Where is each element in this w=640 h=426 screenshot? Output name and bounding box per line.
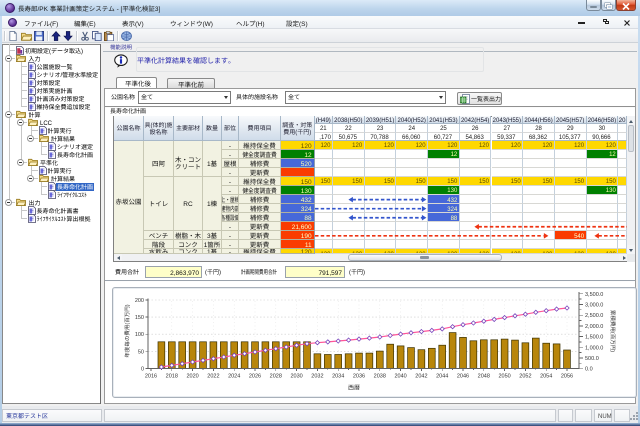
svg-text:2052: 2052 — [519, 372, 531, 380]
svg-text:2,500.0: 2,500.0 — [585, 311, 603, 319]
svg-text:2054: 2054 — [540, 372, 552, 380]
svg-text:西暦: 西暦 — [348, 383, 360, 392]
svg-text:2038: 2038 — [374, 372, 386, 380]
svg-text:2022: 2022 — [207, 372, 219, 380]
svg-text:2034: 2034 — [332, 372, 344, 380]
svg-text:500.0: 500.0 — [585, 354, 599, 362]
svg-text:2032: 2032 — [311, 372, 323, 380]
svg-text:年度毎の費用(百万円): 年度毎の費用(百万円) — [123, 304, 131, 357]
svg-text:2018: 2018 — [166, 372, 178, 380]
svg-text:累積費用(百万円): 累積費用(百万円) — [609, 310, 617, 352]
svg-text:2036: 2036 — [353, 372, 365, 380]
svg-text:3,500.0: 3,500.0 — [585, 290, 603, 298]
svg-text:2026: 2026 — [249, 372, 261, 380]
svg-text:2040: 2040 — [394, 372, 406, 380]
svg-text:1,500.0: 1,500.0 — [585, 333, 603, 341]
svg-text:0: 0 — [141, 364, 144, 372]
svg-text:150: 150 — [135, 313, 144, 321]
svg-text:1,000.0: 1,000.0 — [585, 343, 603, 351]
svg-text:2050: 2050 — [498, 372, 510, 380]
svg-text:2044: 2044 — [436, 372, 448, 380]
svg-text:0.0: 0.0 — [585, 365, 593, 373]
svg-text:2,000.0: 2,000.0 — [585, 322, 603, 330]
svg-text:2028: 2028 — [270, 372, 282, 380]
svg-text:2046: 2046 — [457, 372, 469, 380]
svg-text:2048: 2048 — [478, 372, 490, 380]
svg-text:2020: 2020 — [186, 372, 198, 380]
svg-text:2030: 2030 — [290, 372, 302, 380]
svg-text:200: 200 — [135, 296, 144, 304]
svg-text:2042: 2042 — [415, 372, 427, 380]
svg-text:2016: 2016 — [145, 372, 157, 380]
svg-text:2024: 2024 — [228, 372, 240, 380]
svg-text:3,000.0: 3,000.0 — [585, 301, 603, 309]
svg-text:50: 50 — [138, 347, 144, 355]
svg-text:2056: 2056 — [561, 372, 573, 380]
svg-text:100: 100 — [135, 330, 144, 338]
